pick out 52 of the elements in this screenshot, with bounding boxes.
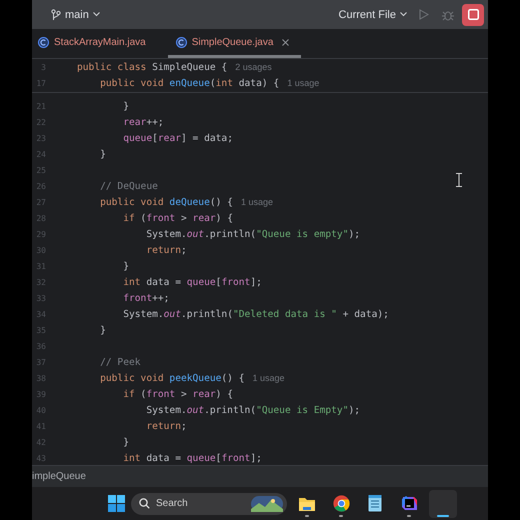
code-line: public void peekQueue() { (100, 372, 245, 384)
code-line: System.out.println("Queue is empty"); (146, 228, 360, 240)
usage-hint[interactable]: 1 usage (240, 197, 273, 207)
bug-icon (442, 8, 454, 20)
taskbar-app[interactable] (429, 490, 457, 518)
usage-hint[interactable]: 2 usages (235, 62, 272, 72)
code-line: return; (146, 420, 187, 432)
code-line: // DeQueue (100, 180, 158, 192)
class-icon (38, 36, 49, 48)
code-line: System.out.println("Queue is Empty"); (146, 404, 360, 416)
search-icon (139, 498, 150, 509)
search-box[interactable]: Search (131, 492, 287, 514)
usage-hint[interactable]: 1 usage (287, 78, 320, 88)
code-line: queue[rear] = data; (123, 132, 233, 144)
ide-icon (400, 495, 418, 512)
stop-button[interactable] (462, 4, 484, 26)
code-line: // Peek (100, 356, 141, 368)
branch-selector[interactable]: main (48, 6, 103, 22)
code-line: rear++; (123, 116, 164, 128)
text-cursor-icon (456, 173, 462, 187)
code-line: } (123, 260, 129, 272)
breadcrumb[interactable]: impleQueue (32, 471, 86, 482)
code-line: public void enQueue(int data) { (100, 78, 280, 88)
folder-icon (298, 496, 316, 512)
landscape-icon (251, 496, 283, 512)
notepad-icon (368, 495, 382, 512)
chevron-icon (92, 12, 100, 17)
stop-icon (468, 9, 478, 20)
branch-icon (51, 8, 61, 20)
class-icon (176, 36, 187, 48)
run-config-selector[interactable]: Current File (336, 6, 410, 22)
file-tab[interactable]: SimpleQueue.java (168, 29, 302, 58)
code-line: } (123, 436, 129, 448)
code-line: public class SimpleQueue { (77, 62, 228, 72)
file-tab[interactable]: StackArrayMain.java (36, 29, 158, 58)
code-line: System.out.println("Deleted data is " + data); (123, 308, 389, 320)
code-line: if (front > rear) { (123, 212, 233, 224)
play-icon (419, 9, 429, 20)
code-line: } (123, 100, 129, 112)
code-line: public void deQueue() { (100, 196, 233, 208)
code-line: } (100, 148, 106, 160)
code-line: int data = queue[front]; (123, 452, 262, 464)
code-line: int data = queue[front]; (123, 276, 262, 288)
code-line: return; (146, 244, 187, 256)
chevron-icon (400, 12, 407, 17)
code-line: if (front > rear) { (123, 388, 233, 400)
code-line: front++; (123, 292, 170, 304)
code-line: } (100, 324, 106, 336)
browser-icon (332, 495, 350, 512)
windows-start-icon[interactable] (108, 495, 125, 512)
usage-hint[interactable]: 1 usage (252, 373, 285, 383)
close-icon[interactable] (282, 38, 290, 46)
